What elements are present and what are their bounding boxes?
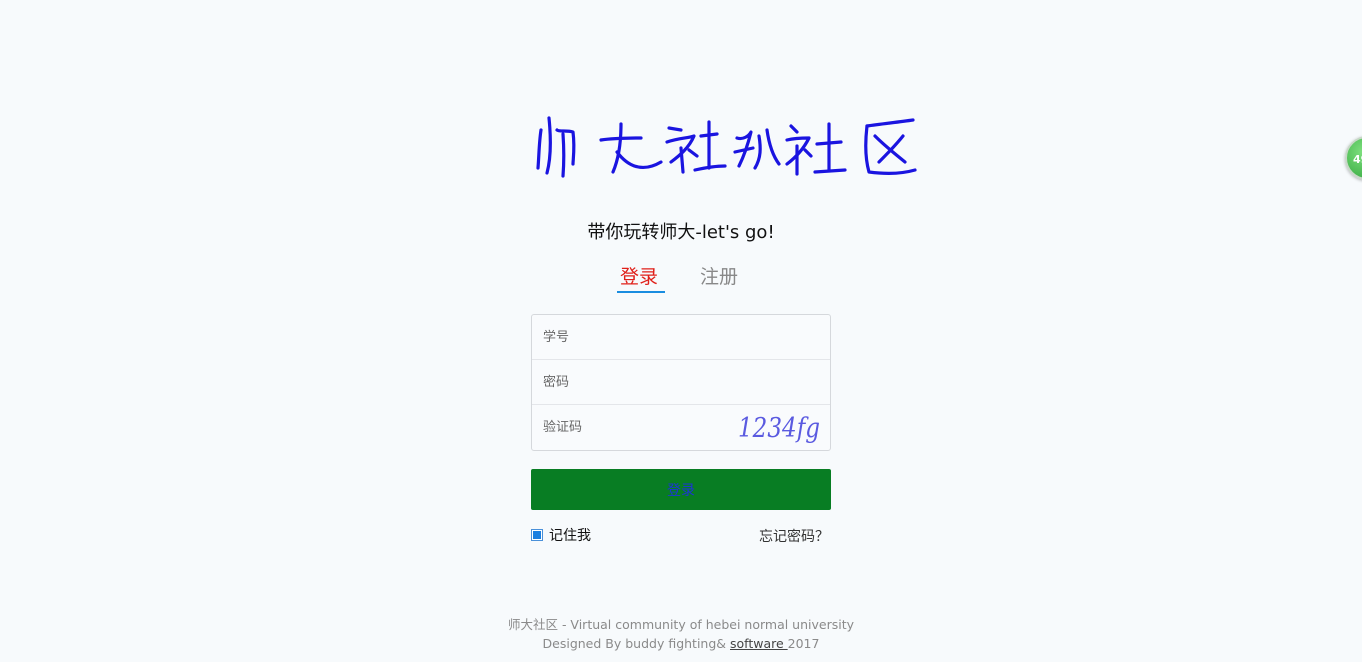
password-input[interactable] <box>532 360 830 404</box>
footer-year: 2017 <box>787 636 820 651</box>
remember-me-label: 记住我 <box>549 528 591 544</box>
auth-tabs: 登录 注册 <box>600 262 760 296</box>
student-id-row <box>532 315 830 360</box>
checkbox-checked-mark <box>533 531 541 539</box>
login-button[interactable]: 登录 <box>531 469 831 510</box>
floating-badge[interactable]: 49 <box>1345 136 1362 180</box>
captcha-text: 1234fg <box>738 413 820 444</box>
footer-credits: Designed By buddy fighting& software 201… <box>0 636 1362 651</box>
password-row <box>532 360 830 405</box>
student-id-input[interactable] <box>532 315 830 359</box>
forgot-password-link[interactable]: 忘记密码？ <box>759 526 829 546</box>
logo-calligraphy <box>536 116 917 178</box>
footer-credits-prefix: Designed By buddy fighting& <box>542 636 730 651</box>
captcha-row: 1234fg <box>532 405 830 450</box>
remember-me-checkbox[interactable] <box>531 529 543 541</box>
remember-me[interactable]: 记住我 <box>531 526 591 544</box>
captcha-image[interactable]: 1234fg <box>736 408 822 446</box>
footer-software-link[interactable]: software <box>730 636 788 651</box>
site-slogan: 带你玩转师大-let's go! <box>587 222 775 243</box>
active-tab-indicator <box>617 291 665 293</box>
tab-login[interactable]: 登录 <box>620 262 658 289</box>
footer-description: 师大社区 - Virtual community of hebei normal… <box>507 617 855 632</box>
login-page: 带你玩转师大-let's go! 登录 注册 1234fg 登录 记住我 忘记密… <box>0 0 1362 662</box>
tab-register[interactable]: 注册 <box>700 262 738 289</box>
site-logo <box>529 108 921 184</box>
login-form: 1234fg <box>531 314 831 451</box>
